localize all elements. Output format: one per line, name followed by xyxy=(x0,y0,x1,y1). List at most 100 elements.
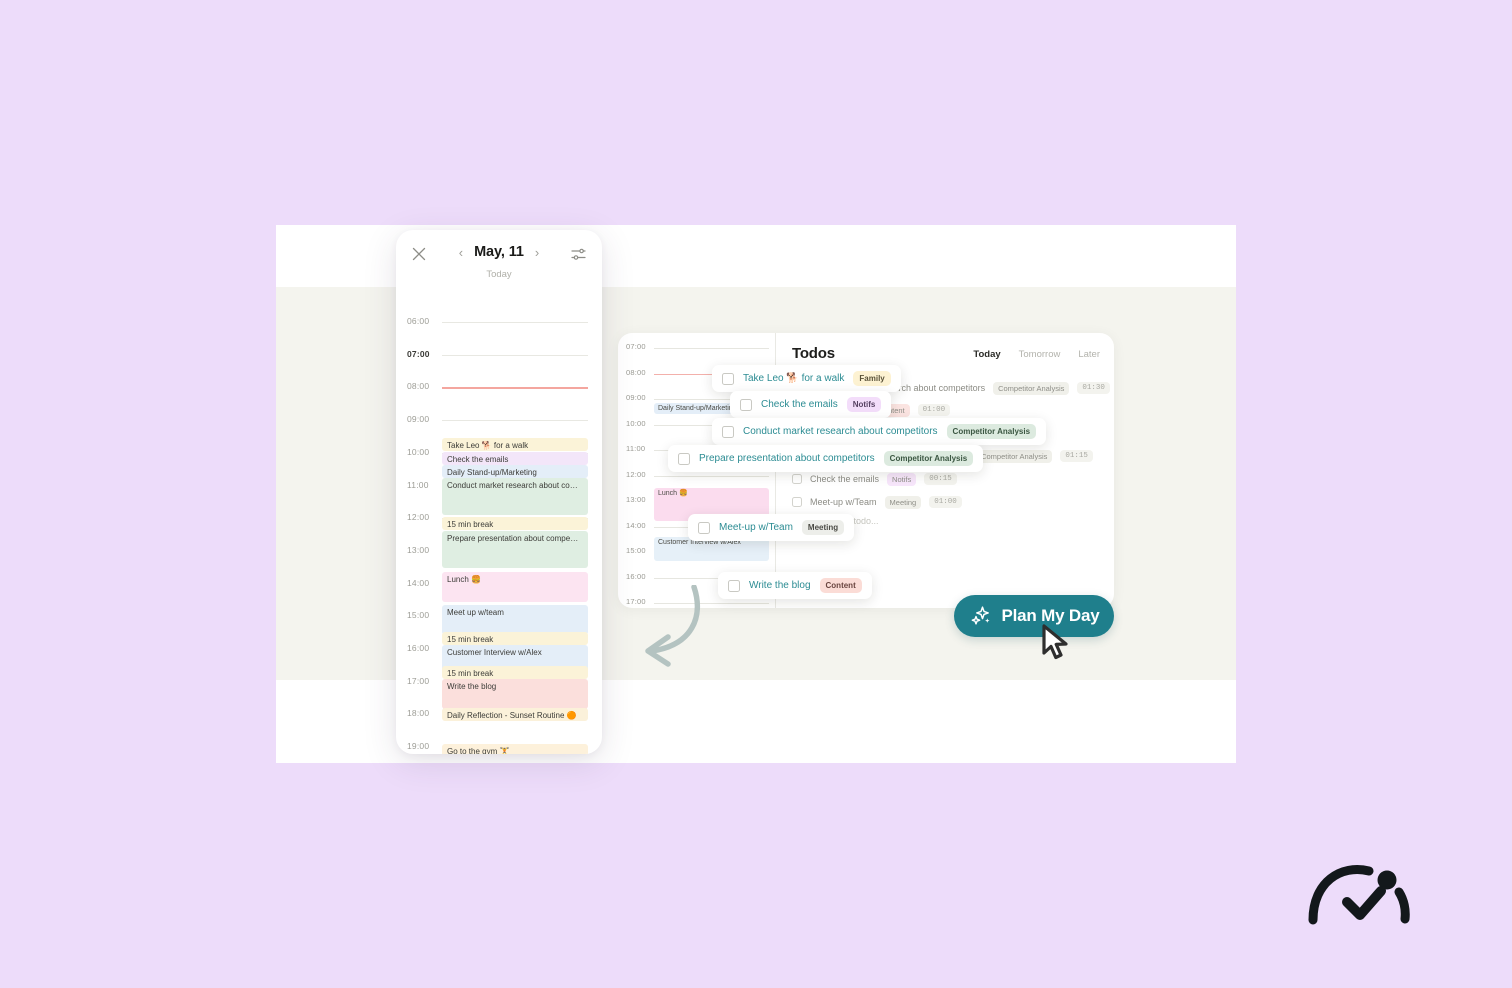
modal-calendar-event[interactable]: Prepare presentation about compe… xyxy=(442,531,588,568)
todo-category-chip: Notifs xyxy=(887,472,917,486)
planner-hour-label: 09:00 xyxy=(626,393,646,402)
modal-hour-label: 07:00 xyxy=(407,348,430,359)
modal-hour-label: 08:00 xyxy=(407,381,430,392)
todo-duration: 01:00 xyxy=(929,496,962,508)
modal-hour-line xyxy=(442,387,588,389)
modal-hour-label: 10:00 xyxy=(407,446,430,457)
plan-my-day-label: Plan My Day xyxy=(1001,606,1100,625)
todo-list-item[interactable]: Meet-up w/Team Meeting 01:00 xyxy=(792,494,962,510)
mouse-pointer-icon xyxy=(1042,624,1068,660)
floating-todo-pill[interactable]: Conduct market research about competitor… xyxy=(712,418,1047,445)
modal-hour-row: 08:00 xyxy=(396,381,602,391)
modal-calendar-event[interactable]: Take Leo 🐕 for a walk xyxy=(442,438,588,451)
todos-tab-tomorrow[interactable]: Tomorrow xyxy=(1019,349,1061,360)
modal-hour-label: 18:00 xyxy=(407,708,430,719)
modal-hour-label: 19:00 xyxy=(407,741,430,752)
modal-hour-row: 07:00 xyxy=(396,349,602,359)
floating-todo-chip: Content xyxy=(819,578,862,593)
planner-hour-row: 07:00 xyxy=(618,342,775,351)
planner-hour-row: 12:00 xyxy=(618,470,775,479)
todo-checkbox[interactable] xyxy=(722,372,734,385)
todo-duration: 01:30 xyxy=(1077,382,1110,394)
floating-todo-pill[interactable]: Check the emails Notifs xyxy=(730,391,892,418)
todos-header: Todos Today Tomorrow Later xyxy=(792,345,1100,367)
todo-checkbox[interactable] xyxy=(678,452,690,465)
todo-duration: 01:15 xyxy=(1060,450,1093,462)
floating-todo-chip: Competitor Analysis xyxy=(946,424,1037,439)
page-canvas: 07:00 08:00 09:00 10:00 11:00 12:00 13:00 14:00… xyxy=(0,0,1512,988)
planner-hour-line xyxy=(654,475,769,477)
modal-hour-label: 15:00 xyxy=(407,610,430,621)
planner-hour-label: 11:00 xyxy=(626,444,646,453)
todos-tab-today[interactable]: Today xyxy=(973,349,1000,360)
planner-hour-label: 14:00 xyxy=(626,520,646,530)
modal-hour-label: 12:00 xyxy=(407,512,430,523)
modal-calendar-event[interactable]: Check the emails xyxy=(442,452,588,465)
todo-checkbox[interactable] xyxy=(698,521,710,534)
modal-hour-row: 09:00 xyxy=(396,414,602,424)
modal-calendar-event[interactable]: Go to the gym 🏋️ xyxy=(442,744,588,754)
modal-hour-label: 06:00 xyxy=(407,316,430,326)
floating-todo-label: Write the blog xyxy=(749,580,811,591)
floating-todo-label: Check the emails xyxy=(761,399,838,410)
modal-hour-label: 09:00 xyxy=(407,414,430,425)
day-plan-modal: ‹ May, 11 › Today 06:00 07:00 08:00 09:00 10… xyxy=(396,230,602,754)
modal-calendar-event[interactable]: 15 min break xyxy=(442,632,588,645)
plan-my-day-button[interactable]: Plan My Day xyxy=(954,595,1114,637)
todo-duration: 00:15 xyxy=(924,473,957,485)
checkmark-arc-logo xyxy=(1308,865,1410,925)
modal-hour-line xyxy=(442,354,588,356)
todo-checkbox[interactable] xyxy=(722,425,734,438)
modal-date-label: May, 11 xyxy=(474,244,524,260)
modal-calendar-event[interactable]: 15 min break xyxy=(442,666,588,679)
modal-hour-row: 06:00 xyxy=(396,316,602,326)
todo-list-item[interactable]: Check the emails Notifs 00:15 xyxy=(792,471,957,487)
todo-checkbox[interactable] xyxy=(740,398,752,411)
floating-todo-chip: Competitor Analysis xyxy=(883,451,974,466)
modal-calendar-event[interactable]: Lunch 🍔 xyxy=(442,572,588,602)
modal-calendar-event[interactable]: Meet up w/team xyxy=(442,605,588,635)
curved-arrow-annotation xyxy=(645,585,700,667)
prev-day-button[interactable]: ‹ xyxy=(459,246,463,259)
modal-hour-label: 16:00 xyxy=(407,643,430,653)
floating-todo-label: Meet-up w/Team xyxy=(719,522,793,533)
todo-duration: 01:00 xyxy=(917,404,951,416)
todos-tabs[interactable]: Today Tomorrow Later xyxy=(973,349,1100,360)
floating-todo-label: Prepare presentation about competitors xyxy=(699,453,875,464)
todo-label: Meet-up w/Team xyxy=(810,497,877,507)
modal-header: ‹ May, 11 › Today xyxy=(396,230,602,288)
todo-category-chip: Competitor Analysis xyxy=(993,381,1070,395)
floating-todo-label: Conduct market research about competitor… xyxy=(743,426,938,437)
modal-hour-line xyxy=(442,322,588,323)
floating-todo-pill[interactable]: Prepare presentation about competitors Co… xyxy=(668,445,984,472)
planner-hour-label: 08:00 xyxy=(626,367,646,377)
todo-checkbox[interactable] xyxy=(792,497,802,507)
planner-hour-line xyxy=(654,348,769,349)
sliders-icon[interactable] xyxy=(571,247,586,262)
modal-day-grid[interactable]: 06:00 07:00 08:00 09:00 10:00 11:00 12:00 13:00… xyxy=(396,288,602,754)
modal-calendar-event[interactable]: Daily Reflection - Sunset Routine 🟠 xyxy=(442,708,588,721)
modal-calendar-event[interactable]: 15 min break xyxy=(442,517,588,530)
planner-hour-label: 10:00 xyxy=(626,418,646,428)
next-day-button[interactable]: › xyxy=(535,246,539,259)
planner-hour-label: 13:00 xyxy=(626,495,646,504)
floating-todo-pill[interactable]: Write the blog Content xyxy=(718,572,872,599)
modal-hour-label: 13:00 xyxy=(407,544,430,555)
modal-calendar-event[interactable]: Conduct market research about co… xyxy=(442,478,588,515)
modal-hour-label: 14:00 xyxy=(407,577,430,588)
planner-hour-label: 12:00 xyxy=(626,469,646,479)
floating-todo-pill[interactable]: Take Leo 🐕 for a walk Family xyxy=(712,365,901,392)
todo-label: Check the emails xyxy=(810,474,880,484)
planner-hour-label: 15:00 xyxy=(626,546,646,555)
floating-todo-chip: Family xyxy=(853,371,891,386)
todo-category-chip: Competitor Analysis xyxy=(976,449,1053,463)
modal-calendar-event[interactable]: Write the blog xyxy=(442,679,588,709)
floating-todo-chip: Meeting xyxy=(801,520,845,535)
todos-tab-later[interactable]: Later xyxy=(1078,349,1100,360)
modal-calendar-event[interactable]: Daily Stand-up/Marketing xyxy=(442,465,588,478)
today-label: Today xyxy=(486,269,512,280)
floating-todo-pill[interactable]: Meet-up w/Team Meeting xyxy=(688,514,855,541)
planner-hour-label: 07:00 xyxy=(626,342,646,351)
todo-checkbox[interactable] xyxy=(792,474,802,484)
planner-hour-label: 16:00 xyxy=(626,571,646,581)
